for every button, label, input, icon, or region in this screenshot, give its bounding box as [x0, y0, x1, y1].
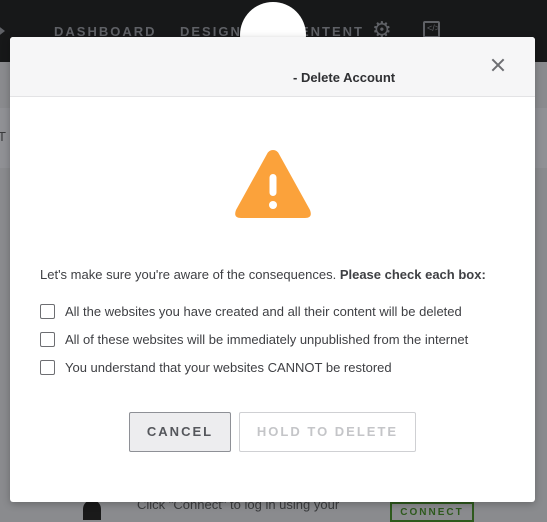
hold-to-delete-button[interactable]: HOLD TO DELETE [239, 412, 416, 452]
consequences-prompt: Let's make sure you're aware of the cons… [40, 267, 486, 282]
prompt-emphasis: Please check each box: [339, 267, 486, 282]
warning-icon [235, 150, 311, 218]
modal-header: - Delete Account [10, 37, 535, 97]
app-logo-mark [83, 500, 101, 520]
close-icon[interactable] [488, 55, 508, 75]
cancel-button[interactable]: CANCEL [129, 412, 231, 452]
prompt-text: Let's make sure you're aware of the cons… [40, 267, 340, 282]
check-label-unpublish[interactable]: All of these websites will be immediatel… [65, 332, 468, 347]
check-label-cannot-restore[interactable]: You understand that your websites CANNOT… [65, 360, 392, 375]
code-icon[interactable]: </> [423, 21, 440, 38]
nav-arrow-icon[interactable] [0, 24, 5, 38]
checkbox-unpublish[interactable] [40, 332, 55, 347]
app-tab-fragment: T [0, 129, 6, 144]
check-label-delete-content[interactable]: All the websites you have created and al… [65, 304, 462, 319]
modal-title: - Delete Account [293, 70, 396, 85]
delete-account-modal: - Delete Account Let's make sure you're … [10, 37, 535, 502]
checkbox-delete-content[interactable] [40, 304, 55, 319]
app-connect-button[interactable]: CONNECT [390, 502, 474, 522]
checkbox-cannot-restore[interactable] [40, 360, 55, 375]
